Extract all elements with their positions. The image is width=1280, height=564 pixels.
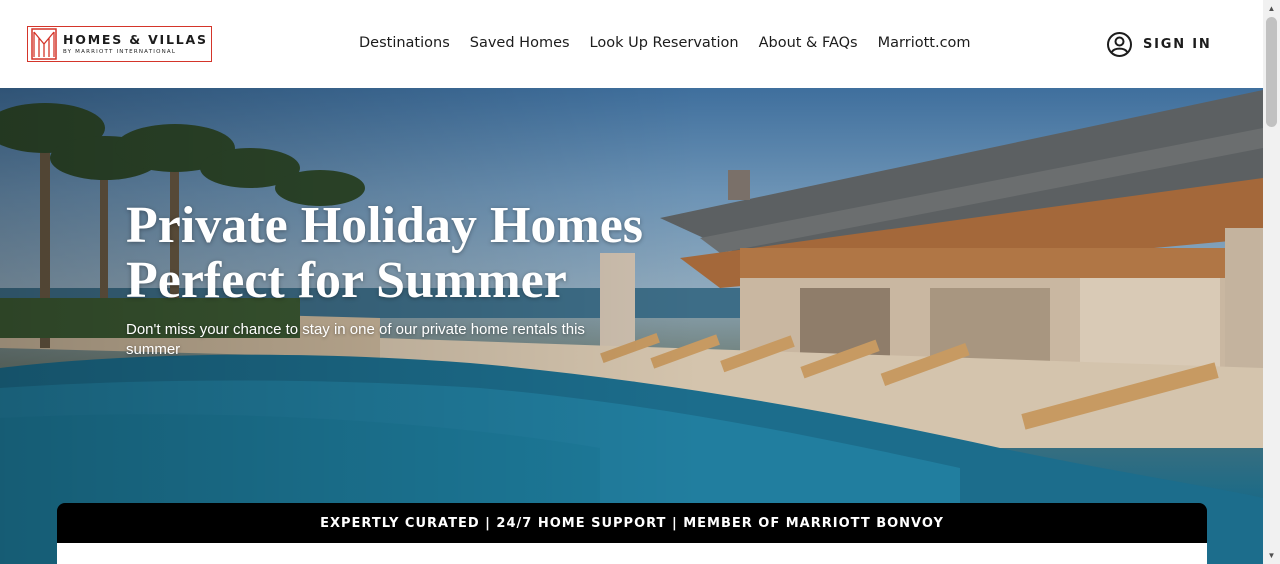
value-prop-text: EXPERTLY CURATED | 24/7 HOME SUPPORT | M… [320, 515, 944, 531]
hero-section: Private Holiday Homes Perfect for Summer… [0, 88, 1263, 564]
brand-logo[interactable]: HOMES & VILLAS BY MARRIOTT INTERNATIONAL [27, 26, 212, 62]
triangle-down-icon[interactable]: ▼ [1263, 547, 1280, 564]
nav-about-faqs[interactable]: About & FAQs [749, 33, 868, 53]
triangle-up-icon[interactable]: ▲ [1263, 0, 1280, 17]
nav-marriott-com[interactable]: Marriott.com [868, 33, 981, 53]
nav-saved-homes[interactable]: Saved Homes [460, 33, 580, 53]
brand-wordmark: HOMES & VILLAS BY MARRIOTT INTERNATIONAL [63, 32, 208, 56]
brand-tagline: BY MARRIOTT INTERNATIONAL [63, 49, 177, 55]
sign-in-button[interactable]: SIGN IN [1106, 31, 1212, 58]
hero-subtitle: Don't miss your chance to stay in one of… [126, 321, 585, 358]
value-prop-banner: EXPERTLY CURATED | 24/7 HOME SUPPORT | M… [57, 503, 1207, 543]
hero-title-line-2: Perfect for Summer [126, 252, 567, 309]
brand-name: HOMES & VILLAS [63, 32, 208, 47]
brand-monogram-icon [31, 28, 57, 60]
scrollbar-thumb[interactable] [1266, 17, 1277, 127]
main-nav: Destinations Saved Homes Look Up Reserva… [349, 33, 981, 53]
user-circle-icon [1107, 32, 1132, 57]
hero-title: Private Holiday Homes Perfect for Summer [126, 198, 643, 308]
hero-title-line-1: Private Holiday Homes [126, 197, 644, 254]
nav-look-up-reservation[interactable]: Look Up Reservation [580, 33, 749, 53]
site-header: HOMES & VILLAS BY MARRIOTT INTERNATIONAL… [0, 0, 1263, 88]
sign-in-label: SIGN IN [1143, 37, 1212, 52]
page-scrollbar[interactable]: ▲ ▼ [1263, 0, 1280, 564]
search-card [57, 543, 1207, 564]
nav-destinations[interactable]: Destinations [349, 33, 460, 53]
